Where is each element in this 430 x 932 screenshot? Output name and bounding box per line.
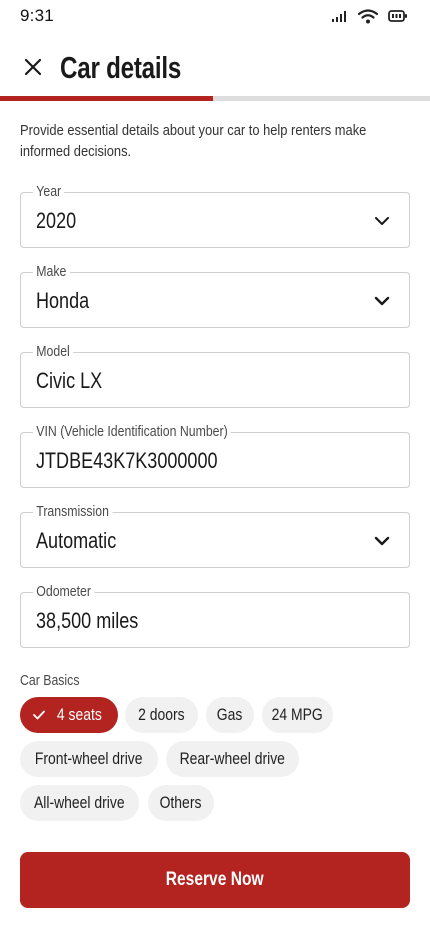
transmission-select[interactable]: Transmission Automatic [20, 503, 410, 568]
year-value: 2020 [36, 208, 77, 233]
status-time: 9:31 [20, 6, 54, 25]
chip-gas[interactable]: Gas [206, 697, 254, 733]
chip-4-seats[interactable]: 4 seats [20, 697, 118, 733]
make-select[interactable]: Make Honda [20, 263, 410, 328]
vin-value: JTDBE43K7K3000000 [36, 448, 218, 473]
close-icon [24, 58, 42, 76]
chip-all-wheel-drive[interactable]: All-wheel drive [20, 785, 139, 821]
vin-input[interactable]: VIN (Vehicle Identification Number) JTDB… [20, 423, 410, 488]
model-value: Civic LX [36, 368, 103, 393]
chip-label: All-wheel drive [34, 793, 125, 812]
chevron-down-icon [374, 536, 390, 546]
header: Car details [0, 44, 430, 94]
reserve-now-label: Reserve Now [166, 869, 264, 890]
chevron-down-icon [374, 296, 390, 306]
close-button[interactable] [20, 54, 46, 80]
check-icon [32, 710, 45, 720]
make-label: Make [33, 263, 70, 281]
progress-bar-fill [0, 96, 213, 101]
chip-label: Front-wheel drive [35, 749, 143, 768]
cellular-signal-icon [332, 11, 346, 22]
year-label: Year [33, 183, 65, 201]
status-bar: 9:31 [0, 0, 430, 32]
reserve-now-button[interactable]: Reserve Now [20, 852, 410, 908]
transmission-label: Transmission [33, 503, 113, 521]
year-select[interactable]: Year 2020 [20, 183, 410, 248]
model-input[interactable]: Model Civic LX [20, 343, 410, 408]
model-label: Model [33, 343, 74, 361]
progress-bar [0, 96, 430, 101]
chip-2-doors[interactable]: 2 doors [125, 697, 198, 733]
chip-front-wheel-drive[interactable]: Front-wheel drive [20, 741, 158, 777]
chip-others[interactable]: Others [148, 785, 214, 821]
chip-rear-wheel-drive[interactable]: Rear-wheel drive [166, 741, 299, 777]
chip-label: 24 MPG [271, 705, 324, 724]
battery-icon [388, 10, 407, 22]
page-title: Car details [60, 50, 182, 85]
transmission-value: Automatic [36, 528, 117, 553]
status-icons [332, 8, 408, 24]
chip-label: Gas [217, 705, 243, 724]
chip-label: Rear-wheel drive [179, 749, 286, 768]
odometer-label: Odometer [33, 583, 95, 601]
chip-label: 4 seats [56, 705, 102, 724]
chevron-down-icon [375, 217, 389, 225]
odometer-input[interactable]: Odometer 38,500 miles [20, 583, 410, 648]
chip-label: Others [160, 793, 202, 812]
vin-label: VIN (Vehicle Identification Number) [33, 423, 231, 441]
wifi-icon [358, 8, 378, 23]
intro-text: Provide essential details about your car… [20, 122, 367, 160]
car-basics-label: Car Basics [20, 672, 80, 689]
odometer-value: 38,500 miles [36, 608, 139, 633]
chip-label: 2 doors [138, 705, 185, 724]
make-value: Honda [36, 288, 90, 313]
chip-24-mpg[interactable]: 24 MPG [262, 697, 333, 733]
